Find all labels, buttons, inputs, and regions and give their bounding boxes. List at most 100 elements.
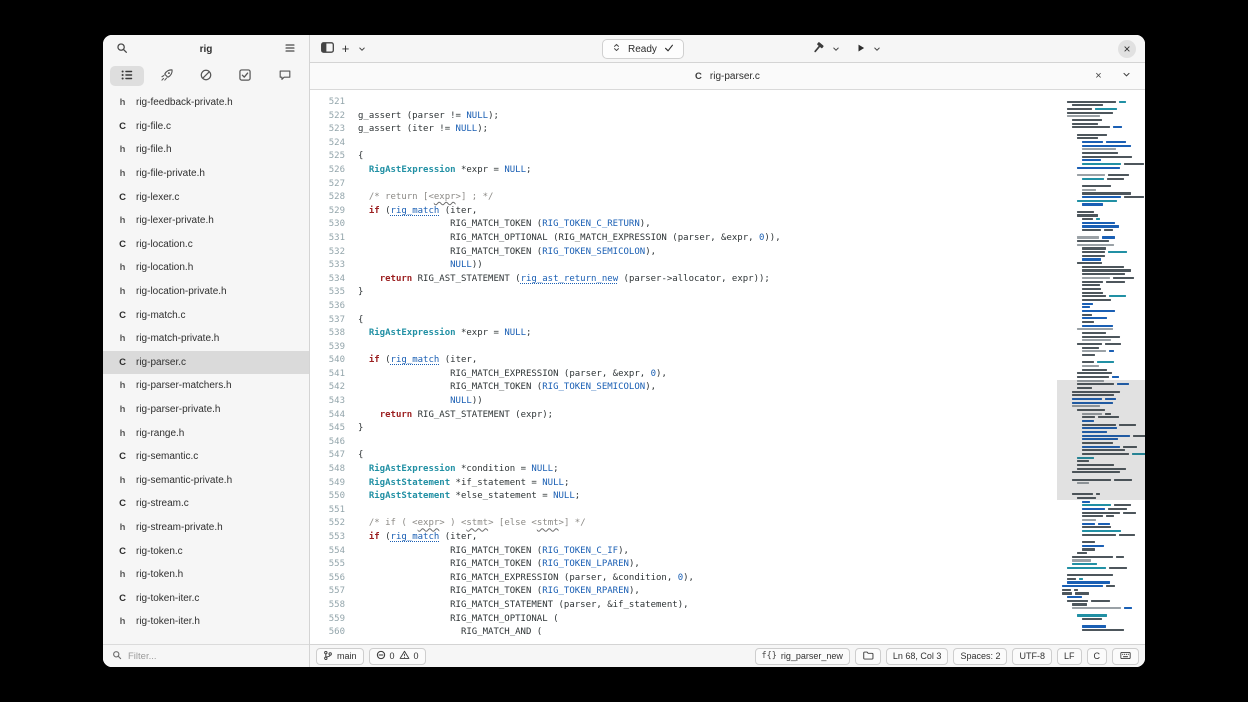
minimap-viewport[interactable] [1057,380,1145,500]
file-row[interactable]: hrig-stream-private.h [103,516,309,540]
code-line[interactable]: RIG_MATCH_AND ( [358,626,1145,640]
new-tab-dropdown[interactable] [354,39,369,59]
tab-list-dropdown[interactable] [1119,66,1134,86]
code-line[interactable]: RIG_MATCH_TOKEN (RIG_TOKEN_C_RETURN), [358,218,1145,232]
code-line[interactable]: if (rig_match (iter, [358,354,1145,368]
code-line[interactable] [358,341,1145,355]
code-line[interactable]: return RIG_AST_STATEMENT (expr); [358,409,1145,423]
code-line[interactable]: { [358,449,1145,463]
code-line[interactable]: RigAstExpression *condition = NULL; [358,463,1145,477]
code-line[interactable]: RigAstExpression *expr = NULL; [358,327,1145,341]
file-row[interactable]: Crig-match.c [103,303,309,327]
new-tab-button[interactable]: + [338,39,353,59]
code-line[interactable]: NULL)) [358,395,1145,409]
code-line[interactable]: { [358,314,1145,328]
file-row[interactable]: hrig-location.h [103,256,309,280]
file-row[interactable]: Crig-token-iter.c [103,586,309,610]
code-line[interactable]: RIG_MATCH_STATEMENT (parser, &if_stateme… [358,599,1145,613]
branch-indicator[interactable]: main [316,648,364,665]
tab-close-button[interactable]: × [1091,66,1106,86]
file-row[interactable]: Crig-file.c [103,115,309,139]
code-content[interactable]: g_assert (parser != NULL);g_assert (iter… [352,90,1145,644]
file-row[interactable]: hrig-match-private.h [103,327,309,351]
code-line[interactable] [358,300,1145,314]
code-line[interactable]: RIG_MATCH_TOKEN (RIG_TOKEN_LPAREN), [358,558,1145,572]
code-line[interactable]: RIG_MATCH_TOKEN (RIG_TOKEN_SEMICOLON), [358,381,1145,395]
code-line[interactable]: NULL)) [358,259,1145,273]
minimap-bar [1082,369,1107,371]
file-row[interactable]: hrig-file-private.h [103,162,309,186]
file-row[interactable]: hrig-feedback-private.h [103,91,309,115]
file-row[interactable]: Crig-stream.c [103,492,309,516]
code-line[interactable]: } [358,422,1145,436]
line-ending-indicator[interactable]: LF [1057,648,1082,665]
run-button[interactable] [853,39,868,59]
code-line[interactable] [358,436,1145,450]
build-button[interactable] [809,39,827,59]
code-line[interactable]: RIG_MATCH_OPTIONAL (RIG_MATCH_EXPRESSION… [358,232,1145,246]
code-line[interactable]: RigAstExpression *expr = NULL; [358,164,1145,178]
code-line[interactable]: RIG_MATCH_EXPRESSION (parser, &expr, 0), [358,368,1145,382]
code-line[interactable]: RIG_MATCH_TOKEN (RIG_TOKEN_RPAREN), [358,585,1145,599]
file-row[interactable]: hrig-parser-matchers.h [103,374,309,398]
tab-rig-parser[interactable]: C rig-parser.c [695,71,760,82]
code-line[interactable]: { [358,150,1145,164]
code-line[interactable]: /* return [<expr>] ; */ [358,191,1145,205]
diagnostics-indicator[interactable]: 0 0 [369,648,426,665]
tab-todo[interactable] [228,66,262,86]
code-line[interactable]: if (rig_match (iter, [358,531,1145,545]
build-status-omnibar[interactable]: Ready [602,39,684,59]
code-line[interactable] [358,96,1145,110]
file-row[interactable]: hrig-range.h [103,421,309,445]
code-line[interactable]: RIG_MATCH_EXPRESSION (parser, &condition… [358,572,1145,586]
tab-project-files[interactable] [110,66,144,86]
code-line[interactable]: RigAstStatement *if_statement = NULL; [358,477,1145,491]
file-row[interactable]: hrig-location-private.h [103,280,309,304]
file-row[interactable]: hrig-parser-private.h [103,398,309,422]
code-line[interactable]: return RIG_AST_STATEMENT (rig_ast_return… [358,273,1145,287]
code-line[interactable]: /* if ( <expr> ) <stmt> [else <stmt>] */ [358,517,1145,531]
search-button[interactable] [112,39,132,59]
window-close-button[interactable]: × [1118,40,1136,58]
language-indicator[interactable]: C [1087,648,1108,665]
code-line[interactable]: RIG_MATCH_TOKEN (RIG_TOKEN_SEMICOLON), [358,246,1145,260]
code-line[interactable]: RIG_MATCH_TOKEN (RIG_TOKEN_C_IF), [358,545,1145,559]
file-row[interactable]: Crig-lexer.c [103,185,309,209]
minimap-bar [1077,167,1120,169]
code-line[interactable]: RigAstStatement *else_statement = NULL; [358,490,1145,504]
file-row[interactable]: Crig-token.c [103,539,309,563]
encoding-indicator[interactable]: UTF-8 [1012,648,1052,665]
minimap[interactable] [1057,90,1145,644]
file-row[interactable]: hrig-file.h [103,138,309,162]
project-folder-button[interactable] [855,648,881,665]
file-type-icon: h [118,522,127,533]
code-line[interactable]: } [358,286,1145,300]
tab-diagnostics[interactable] [189,66,223,86]
current-symbol-indicator[interactable]: f{} rig_parser_new [755,648,850,665]
build-dropdown[interactable] [828,39,843,59]
indentation-indicator[interactable]: Spaces: 2 [953,648,1007,665]
file-row[interactable]: Crig-parser.c [103,351,309,375]
minimap-bar [1082,534,1116,536]
code-line[interactable] [358,137,1145,151]
file-row[interactable]: hrig-token-iter.h [103,610,309,634]
menu-button[interactable] [280,39,300,59]
toggle-sidebar-button[interactable] [318,39,337,59]
keyboard-button[interactable] [1112,648,1139,665]
file-row[interactable]: hrig-token.h [103,563,309,587]
file-row[interactable]: hrig-lexer-private.h [103,209,309,233]
tab-comments[interactable] [268,66,302,86]
code-line[interactable]: g_assert (iter != NULL); [358,123,1145,137]
run-dropdown[interactable] [869,39,884,59]
cursor-position-indicator[interactable]: Ln 68, Col 3 [886,648,949,665]
code-line[interactable]: g_assert (parser != NULL); [358,110,1145,124]
code-line[interactable] [358,178,1145,192]
filter-input[interactable]: Filter... [103,644,309,667]
code-line[interactable]: if (rig_match (iter, [358,205,1145,219]
file-row[interactable]: Crig-semantic.c [103,445,309,469]
code-line[interactable]: RIG_MATCH_OPTIONAL ( [358,613,1145,627]
tab-build-pipeline[interactable] [150,66,184,86]
file-row[interactable]: hrig-semantic-private.h [103,469,309,493]
file-row[interactable]: Crig-location.c [103,233,309,257]
code-line[interactable] [358,504,1145,518]
